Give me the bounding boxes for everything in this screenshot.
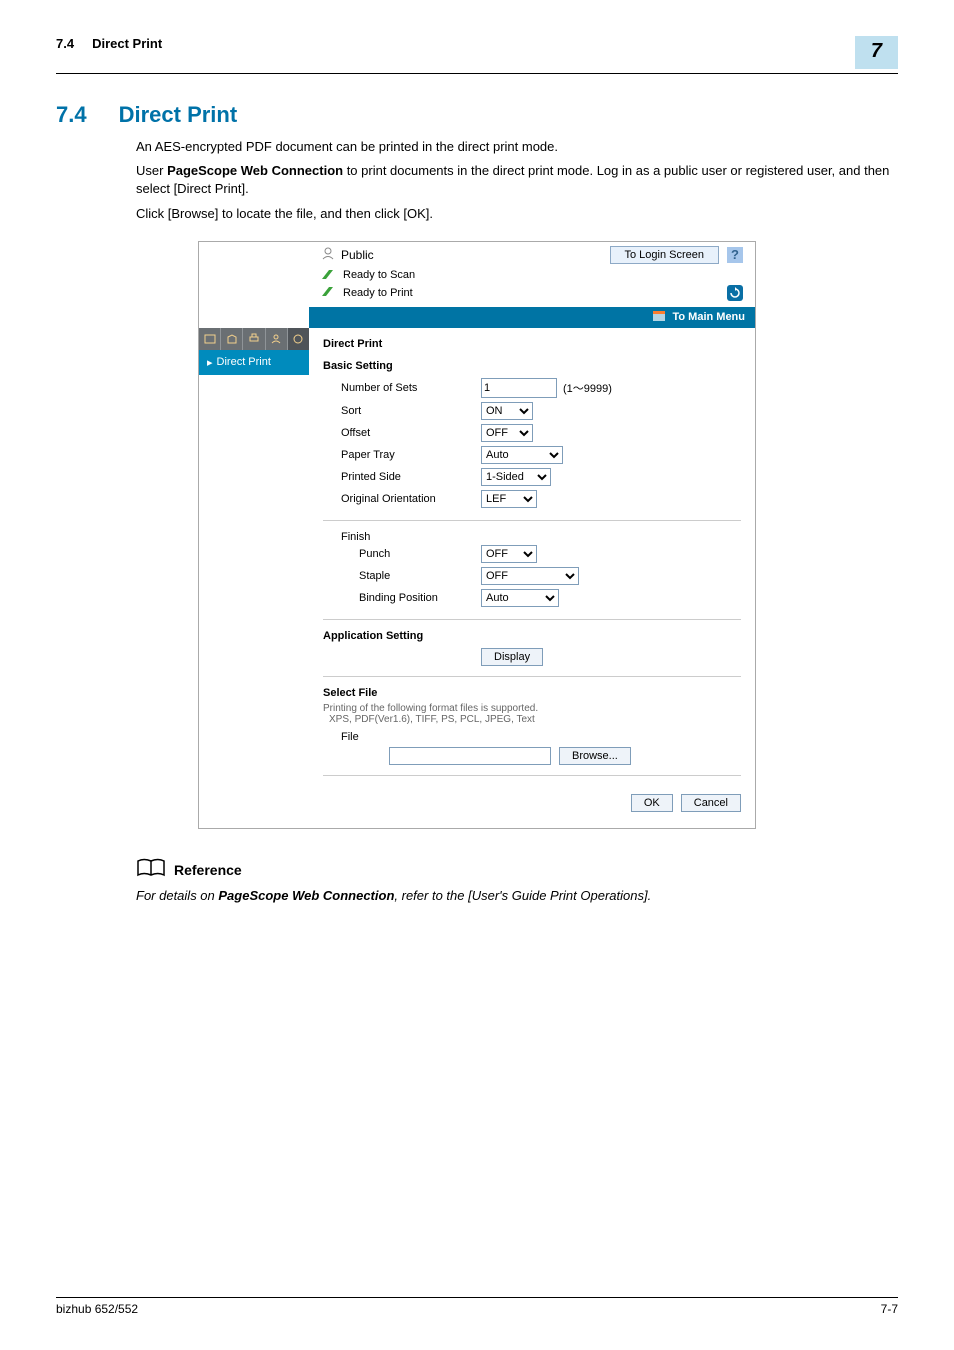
- sort-select[interactable]: ON: [481, 402, 533, 420]
- status-block: Ready to Scan Ready to Print: [309, 268, 755, 307]
- box-icon[interactable]: [221, 328, 243, 350]
- number-of-sets-range: (1～9999): [563, 380, 612, 396]
- supported-text: Printing of the following format files i…: [323, 703, 741, 714]
- app-setting-heading: Application Setting: [323, 630, 741, 642]
- offset-select[interactable]: OFF: [481, 424, 533, 442]
- top-row: Public To Login Screen ?: [309, 242, 755, 268]
- binding-label: Binding Position: [359, 592, 481, 604]
- basic-setting-heading: Basic Setting: [323, 360, 741, 372]
- sort-label: Sort: [341, 405, 481, 417]
- content-area: Direct Print Basic Setting Number of Set…: [309, 328, 755, 828]
- binding-select[interactable]: Auto: [481, 589, 559, 607]
- select-file-heading: Select File: [323, 687, 741, 699]
- print-status-text: Ready to Print: [343, 287, 413, 299]
- cancel-button[interactable]: Cancel: [681, 794, 741, 812]
- admin-icon[interactable]: [266, 328, 288, 350]
- header-section-title: Direct Print: [92, 36, 162, 51]
- reference-row: Reference: [136, 857, 898, 884]
- heading-number: 7.4: [56, 102, 87, 128]
- chapter-badge: 7: [855, 36, 898, 69]
- footer-product: bizhub 652/552: [56, 1302, 138, 1316]
- sidebar-item-direct-print[interactable]: ▸ Direct Print: [199, 350, 309, 375]
- print-status-icon: [321, 285, 337, 300]
- reference-title: Reference: [174, 862, 242, 878]
- page-header: 7.4 Direct Print 7: [56, 36, 898, 74]
- user-label: Public: [341, 248, 374, 262]
- user-icon: [321, 246, 335, 263]
- sidebar-icon-row: [199, 328, 309, 350]
- printed-side-label: Printed Side: [341, 471, 481, 483]
- paragraph-1: An AES-encrypted PDF document can be pri…: [136, 138, 898, 156]
- arrow-icon: ▸: [207, 356, 213, 369]
- sidebar-item-label: Direct Print: [217, 356, 271, 368]
- paper-tray-label: Paper Tray: [341, 449, 481, 461]
- body-text-block: An AES-encrypted PDF document can be pri…: [136, 138, 898, 223]
- print-icon[interactable]: [243, 328, 265, 350]
- browse-button[interactable]: Browse...: [559, 747, 631, 765]
- to-main-menu-link[interactable]: To Main Menu: [672, 311, 745, 323]
- punch-label: Punch: [359, 548, 481, 560]
- p2-strong: PageScope Web Connection: [167, 163, 343, 178]
- ok-button[interactable]: OK: [631, 794, 673, 812]
- to-login-button[interactable]: To Login Screen: [610, 246, 720, 264]
- refresh-icon[interactable]: [727, 285, 743, 301]
- orientation-select[interactable]: LEF: [481, 490, 537, 508]
- p2-a: User: [136, 163, 167, 178]
- ref-text-b: , refer to the [User's Guide Print Opera…: [394, 888, 651, 903]
- scan-status-icon: [321, 268, 337, 283]
- ref-text-strong: PageScope Web Connection: [218, 888, 394, 903]
- menu-bar: To Main Menu: [309, 307, 755, 328]
- supported-formats: XPS, PDF(Ver1.6), TIFF, PS, PCL, JPEG, T…: [323, 714, 741, 725]
- number-of-sets-label: Number of Sets: [341, 382, 481, 394]
- display-button[interactable]: Display: [481, 648, 543, 666]
- embedded-ui-screenshot: ▸ Direct Print Public To Login Screen ? …: [198, 241, 756, 829]
- paragraph-2: User PageScope Web Connection to print d…: [136, 162, 898, 198]
- file-label: File: [323, 725, 741, 747]
- number-of-sets-input[interactable]: [481, 378, 557, 398]
- help-icon[interactable]: ?: [727, 247, 743, 263]
- page-footer: bizhub 652/552 7-7: [56, 1297, 898, 1316]
- ref-text-a: For details on: [136, 888, 218, 903]
- scan-status-text: Ready to Scan: [343, 269, 415, 281]
- section-heading: 7.4 Direct Print: [56, 102, 898, 128]
- scan-icon[interactable]: [199, 328, 221, 350]
- content-title: Direct Print: [323, 338, 741, 350]
- header-section-number: 7.4: [56, 36, 74, 51]
- paper-tray-select[interactable]: Auto: [481, 446, 563, 464]
- paragraph-3: Click [Browse] to locate the file, and t…: [136, 205, 898, 223]
- orientation-label: Original Orientation: [341, 493, 481, 505]
- reference-text: For details on PageScope Web Connection,…: [136, 888, 898, 903]
- punch-select[interactable]: OFF: [481, 545, 537, 563]
- tool-icon[interactable]: [288, 328, 309, 350]
- printed-side-select[interactable]: 1-Sided: [481, 468, 551, 486]
- menu-icon: [652, 310, 666, 325]
- heading-title: Direct Print: [119, 102, 238, 128]
- main-pane: Public To Login Screen ? Ready to Scan R…: [309, 242, 755, 828]
- footer-page: 7-7: [881, 1302, 898, 1316]
- staple-select[interactable]: OFF: [481, 567, 579, 585]
- finish-label: Finish: [323, 531, 741, 543]
- offset-label: Offset: [341, 427, 481, 439]
- book-icon: [136, 857, 166, 884]
- staple-label: Staple: [359, 570, 481, 582]
- sidebar: ▸ Direct Print: [199, 242, 309, 828]
- file-input[interactable]: [389, 747, 551, 765]
